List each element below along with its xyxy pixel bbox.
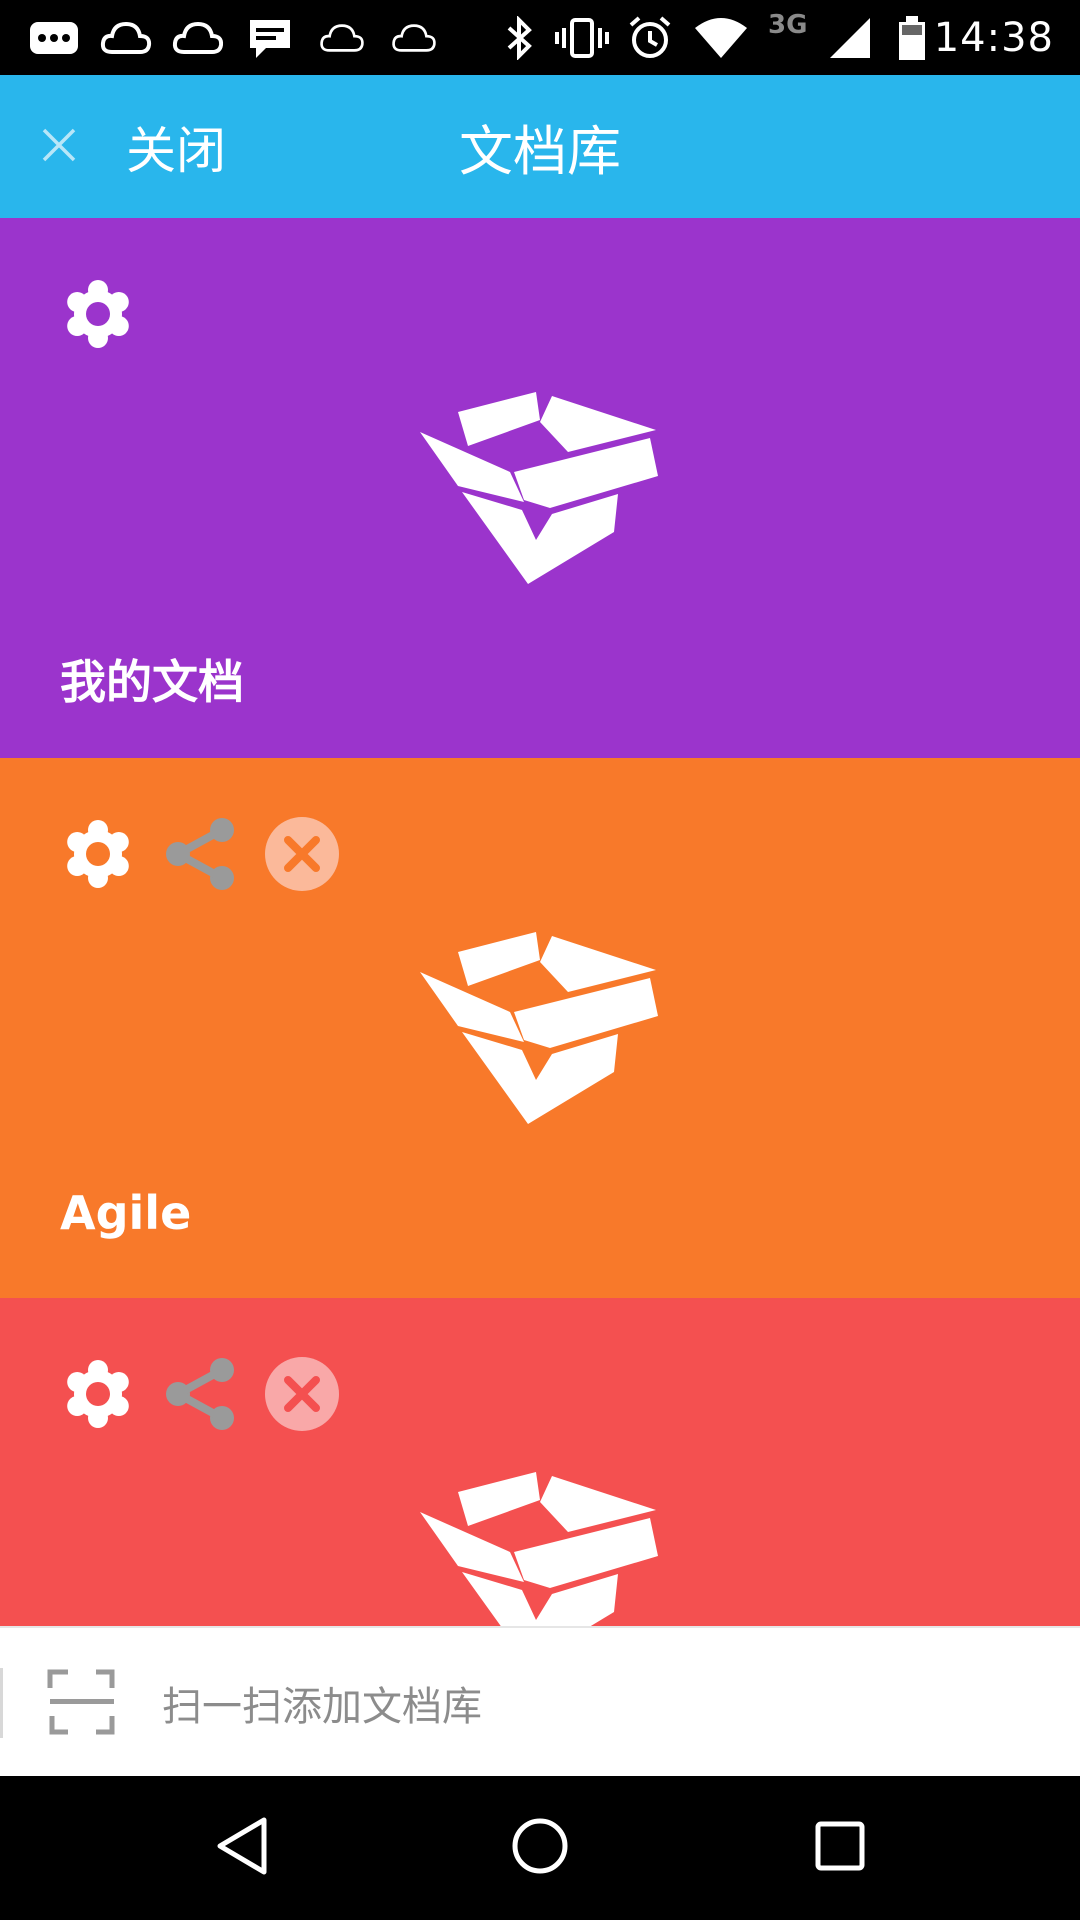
library-list: 我的文档 Agile bbox=[0, 218, 1080, 1626]
navigation-bar bbox=[0, 1776, 1080, 1920]
scan-label: 扫一扫添加文档库 bbox=[162, 1684, 482, 1730]
settings-button[interactable] bbox=[58, 816, 138, 896]
library-name: Agile bbox=[60, 1186, 192, 1240]
close-icon bbox=[36, 122, 82, 172]
back-button[interactable] bbox=[162, 1776, 322, 1920]
open-box-icon bbox=[418, 390, 662, 590]
more-icon bbox=[24, 0, 84, 75]
settings-button[interactable] bbox=[58, 276, 138, 356]
settings-button[interactable] bbox=[58, 1356, 138, 1436]
home-icon bbox=[510, 1816, 570, 1880]
library-card-third[interactable] bbox=[0, 1298, 1080, 1626]
wifi-icon bbox=[690, 0, 752, 75]
cloud-icon bbox=[170, 0, 226, 75]
scan-add-library-bar[interactable]: 扫一扫添加文档库 bbox=[0, 1626, 1080, 1776]
delete-button[interactable] bbox=[262, 816, 342, 896]
alarm-icon bbox=[622, 0, 678, 75]
share-button[interactable] bbox=[160, 816, 240, 896]
divider bbox=[0, 1668, 3, 1738]
status-clock: 14:38 bbox=[933, 14, 1054, 61]
cloud-outline-icon bbox=[386, 0, 442, 75]
close-circle-icon bbox=[264, 1356, 340, 1436]
cloud-outline-icon bbox=[314, 0, 370, 75]
gear-icon bbox=[60, 1356, 136, 1436]
network-type-label: 3G bbox=[768, 10, 808, 40]
close-label: 关闭 bbox=[126, 121, 226, 180]
delete-button[interactable] bbox=[262, 1356, 342, 1436]
message-icon bbox=[242, 0, 298, 75]
card-actions bbox=[58, 1356, 342, 1436]
screen: 3G 14:38 关闭 文档库 我的文档 Agile 扫一扫添加文档库 bbox=[0, 0, 1080, 1920]
share-icon bbox=[160, 1354, 240, 1438]
signal-icon bbox=[826, 0, 876, 75]
vibrate-icon bbox=[552, 0, 612, 75]
gear-icon bbox=[60, 816, 136, 896]
library-card-my-docs[interactable]: 我的文档 bbox=[0, 218, 1080, 758]
close-circle-icon bbox=[264, 816, 340, 896]
gear-icon bbox=[60, 276, 136, 356]
back-icon bbox=[212, 1814, 272, 1882]
scan-icon bbox=[46, 1666, 118, 1738]
card-actions bbox=[58, 816, 342, 896]
recents-icon bbox=[812, 1818, 868, 1878]
cloud-icon bbox=[98, 0, 154, 75]
status-bar: 3G 14:38 bbox=[0, 0, 1080, 75]
open-box-icon bbox=[418, 930, 662, 1130]
home-button[interactable] bbox=[460, 1776, 620, 1920]
share-icon bbox=[160, 814, 240, 898]
open-box-icon bbox=[418, 1470, 662, 1626]
share-button[interactable] bbox=[160, 1356, 240, 1436]
close-button[interactable]: 关闭 bbox=[36, 75, 226, 218]
recents-button[interactable] bbox=[760, 1776, 920, 1920]
app-header: 关闭 文档库 bbox=[0, 75, 1080, 218]
library-name: 我的文档 bbox=[60, 655, 244, 709]
card-actions bbox=[58, 276, 138, 356]
battery-icon bbox=[892, 0, 932, 75]
bluetooth-icon bbox=[500, 0, 540, 75]
library-card-agile[interactable]: Agile bbox=[0, 758, 1080, 1298]
